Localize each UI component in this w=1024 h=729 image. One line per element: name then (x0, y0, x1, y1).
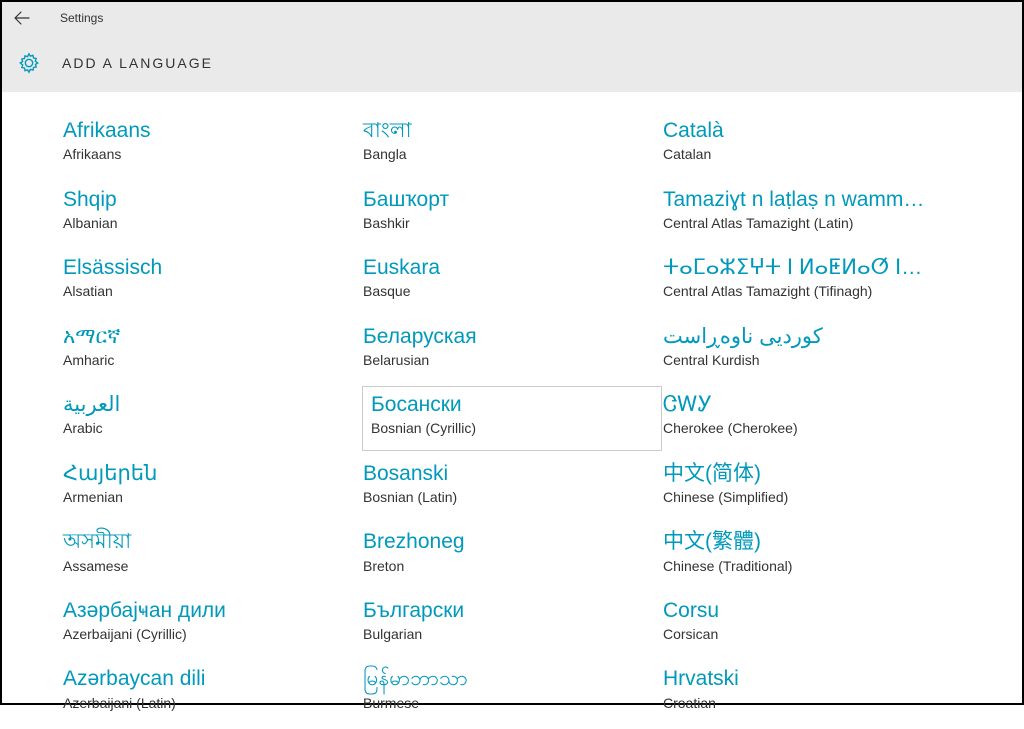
language-native-name: ⵜⴰⵎⴰⵣⵉⵖⵜ ⵏ ⵍⴰⵟⵍⴰⵚ ⵏ ⵡⴰⵎⵎⴰⵙ (663, 254, 928, 282)
language-native-name: Elsässisch (63, 254, 351, 282)
language-english-name: Breton (363, 557, 651, 575)
language-item-selected[interactable]: Босански Bosnian (Cyrillic) (362, 386, 662, 451)
language-native-name: Euskara (363, 254, 651, 282)
language-english-name: Bulgarian (363, 625, 651, 643)
language-native-name: Corsu (663, 597, 928, 625)
language-native-name: العربية (63, 391, 351, 419)
language-column-1: Afrikaans Afrikaans Shqip Albanian Elsäs… (62, 112, 362, 729)
language-native-name: Hrvatski (663, 665, 928, 693)
language-english-name: Burmese (363, 694, 651, 712)
language-item[interactable]: Беларуская Belarusian (362, 318, 662, 383)
language-item[interactable]: Bosanski Bosnian (Latin) (362, 455, 662, 520)
language-native-name: Azərbaycan dili (63, 665, 351, 693)
language-native-name: অসমীয়া (63, 528, 351, 556)
language-english-name: Amharic (63, 351, 351, 369)
language-item[interactable]: Башҡорт Bashkir (362, 181, 662, 246)
language-item[interactable]: Corsu Corsican (662, 592, 962, 657)
language-english-name: Central Atlas Tamazight (Latin) (663, 214, 951, 232)
language-item[interactable]: Brezhoneg Breton (362, 523, 662, 588)
language-english-name: Central Kurdish (663, 351, 951, 369)
language-column-2: বাংলা Bangla Башҡорт Bashkir Euskara Bas… (362, 112, 662, 729)
language-item[interactable]: Български Bulgarian (362, 592, 662, 657)
language-native-name: Български (363, 597, 651, 625)
language-english-name: Azerbaijani (Latin) (63, 694, 351, 712)
language-english-name: Corsican (663, 625, 951, 643)
language-native-name: አማርኛ (63, 323, 351, 351)
language-english-name: Bangla (363, 145, 651, 163)
back-arrow-icon (14, 10, 30, 26)
settings-gear-icon (18, 52, 40, 74)
language-native-name: Беларуская (363, 323, 651, 351)
language-item[interactable]: کوردیی ناوەڕاست Central Kurdish (662, 318, 962, 383)
language-native-name: Босански (371, 391, 651, 419)
language-native-name: Азәрбајҹан дили (63, 597, 351, 625)
language-native-name: Afrikaans (63, 117, 351, 145)
language-item[interactable]: العربية Arabic (62, 386, 362, 451)
language-english-name: Azerbaijani (Cyrillic) (63, 625, 351, 643)
language-item[interactable]: Azərbaycan dili Azerbaijani (Latin) (62, 660, 362, 725)
language-item[interactable]: မြန်မာဘာသာ Burmese (362, 660, 662, 725)
language-item[interactable]: বাংলা Bangla (362, 112, 662, 177)
language-english-name: Armenian (63, 488, 351, 506)
language-native-name: မြန်မာဘာသာ (363, 665, 651, 693)
language-english-name: Arabic (63, 419, 351, 437)
language-english-name: Central Atlas Tamazight (Tifinagh) (663, 282, 951, 300)
language-english-name: Basque (363, 282, 651, 300)
back-button[interactable] (10, 6, 34, 30)
language-grid: Afrikaans Afrikaans Shqip Albanian Elsäs… (2, 92, 1022, 729)
language-item[interactable]: አማርኛ Amharic (62, 318, 362, 383)
language-item[interactable]: Shqip Albanian (62, 181, 362, 246)
language-item[interactable]: Tamaziɣt n laṭlaṣ n wamm… Central Atlas … (662, 181, 962, 246)
language-item[interactable]: ᏣᎳᎩ Cherokee (Cherokee) (662, 386, 962, 451)
language-item[interactable]: Азәрбајҹан дили Azerbaijani (Cyrillic) (62, 592, 362, 657)
language-english-name: Bashkir (363, 214, 651, 232)
header: ADD A LANGUAGE (2, 34, 1022, 92)
language-native-name: Bosanski (363, 460, 651, 488)
language-english-name: Belarusian (363, 351, 651, 369)
language-item[interactable]: 中文(简体) Chinese (Simplified) (662, 455, 962, 520)
language-english-name: Assamese (63, 557, 351, 575)
language-native-name: Brezhoneg (363, 528, 651, 556)
language-item[interactable]: অসমীয়া Assamese (62, 523, 362, 588)
language-native-name: 中文(简体) (663, 460, 928, 488)
language-item[interactable]: Hrvatski Croatian (662, 660, 962, 725)
language-english-name: Bosnian (Latin) (363, 488, 651, 506)
language-native-name: Shqip (63, 186, 351, 214)
language-english-name: Chinese (Simplified) (663, 488, 951, 506)
language-item[interactable]: Հայերեն Armenian (62, 455, 362, 520)
language-english-name: Catalan (663, 145, 951, 163)
language-native-name: Հայերեն (63, 460, 351, 488)
language-item[interactable]: ⵜⴰⵎⴰⵣⵉⵖⵜ ⵏ ⵍⴰⵟⵍⴰⵚ ⵏ ⵡⴰⵎⵎⴰⵙ Central Atlas… (662, 249, 962, 314)
language-item[interactable]: 中文(繁體) Chinese (Traditional) (662, 523, 962, 588)
language-item[interactable]: Català Catalan (662, 112, 962, 177)
page-title: ADD A LANGUAGE (62, 55, 213, 71)
language-english-name: Albanian (63, 214, 351, 232)
language-english-name: Bosnian (Cyrillic) (371, 419, 651, 437)
language-native-name: 中文(繁體) (663, 528, 928, 556)
language-english-name: Cherokee (Cherokee) (663, 419, 951, 437)
language-native-name: Tamaziɣt n laṭlaṣ n wamm… (663, 186, 928, 214)
language-english-name: Croatian (663, 694, 951, 712)
language-item[interactable]: Afrikaans Afrikaans (62, 112, 362, 177)
language-english-name: Afrikaans (63, 145, 351, 163)
language-native-name: کوردیی ناوەڕاست (663, 323, 928, 351)
window-title: Settings (60, 11, 103, 25)
language-english-name: Alsatian (63, 282, 351, 300)
titlebar: Settings (2, 2, 1022, 34)
language-native-name: Català (663, 117, 928, 145)
language-native-name: ᏣᎳᎩ (663, 391, 928, 419)
language-item[interactable]: Elsässisch Alsatian (62, 249, 362, 314)
language-native-name: Башҡорт (363, 186, 651, 214)
language-native-name: বাংলা (363, 117, 651, 145)
language-column-3: Català Catalan Tamaziɣt n laṭlaṣ n wamm…… (662, 112, 962, 729)
language-english-name: Chinese (Traditional) (663, 557, 951, 575)
language-item[interactable]: Euskara Basque (362, 249, 662, 314)
